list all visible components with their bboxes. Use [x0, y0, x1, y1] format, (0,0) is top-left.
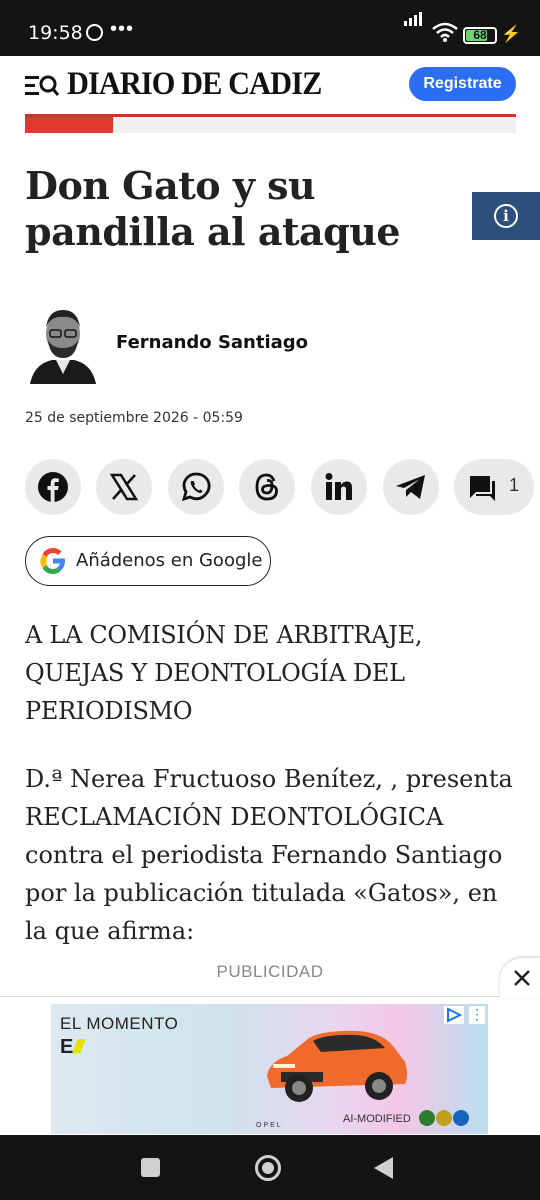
comment-icon — [470, 476, 495, 501]
article-title: Don Gato y su pandilla al ataque — [25, 163, 401, 254]
back-button[interactable] — [374, 1157, 393, 1179]
adchoices-icon[interactable] — [444, 1006, 464, 1024]
home-button[interactable] — [255, 1155, 281, 1181]
ad-label: PUBLICIDAD — [216, 962, 324, 981]
ad-ai-label: AI-MODIFIED — [343, 1113, 411, 1125]
ad-badges-icon — [419, 1110, 469, 1126]
share-telegram-button[interactable] — [383, 459, 439, 515]
site-header: DIARIO DE CADIZ Registrate — [0, 56, 540, 116]
share-facebook-button[interactable] — [25, 459, 81, 515]
whatsapp-icon — [181, 472, 211, 502]
more-notifications-icon: ••• — [110, 18, 135, 40]
telegram-icon — [396, 475, 425, 499]
ad-close-button[interactable] — [500, 958, 540, 998]
recents-button[interactable] — [141, 1158, 160, 1177]
comments-button[interactable]: 1 — [454, 459, 534, 515]
reading-progress-bar — [25, 117, 516, 133]
publish-date: 25 de septiembre 2026 - 05:59 — [25, 410, 243, 426]
site-logo[interactable]: DIARIO DE CADIZ — [67, 66, 322, 103]
menu-search-icon[interactable] — [25, 72, 59, 100]
info-button[interactable]: i — [472, 192, 540, 240]
article-paragraph: D.ª Nerea Fructuoso Benítez, , presenta … — [25, 765, 513, 945]
system-nav-bar — [0, 1135, 540, 1200]
car-image — [267, 1030, 407, 1102]
chat-notification-icon — [86, 24, 103, 41]
add-google-label: Añádenos en Google — [76, 550, 263, 571]
share-linkedin-button[interactable] — [311, 459, 367, 515]
ad-brand: OPEL — [256, 1122, 283, 1129]
charging-icon: ⚡ — [501, 26, 521, 43]
battery-icon: 68 — [463, 27, 497, 44]
article-paragraph: A LA COMISIÓN DE ARBITRAJE, QUEJAS Y DEO… — [25, 621, 423, 725]
info-icon: i — [494, 204, 518, 228]
wifi-icon — [432, 22, 458, 42]
ad-image[interactable]: EL MOMENTO E OPEL AI-MODIFIED ⋮ — [51, 1004, 488, 1134]
google-icon — [40, 548, 65, 574]
threads-icon — [255, 473, 278, 501]
ad-e-logo: E — [60, 1036, 86, 1059]
register-button[interactable]: Registrate — [409, 67, 516, 101]
x-icon — [110, 473, 138, 501]
share-whatsapp-button[interactable] — [168, 459, 224, 515]
status-bar: 19:58 ••• 68 ⚡ — [0, 0, 540, 56]
status-time: 19:58 — [28, 22, 83, 44]
comment-count: 1 — [509, 475, 520, 495]
author-avatar[interactable] — [28, 304, 98, 384]
author-name[interactable]: Fernando Santiago — [116, 332, 308, 353]
share-threads-button[interactable] — [239, 459, 295, 515]
add-google-button[interactable]: Añádenos en Google — [25, 536, 271, 586]
ad-headline: EL MOMENTO — [60, 1014, 179, 1033]
ad-more-icon[interactable]: ⋮ — [469, 1006, 485, 1024]
linkedin-icon — [325, 473, 352, 500]
facebook-icon — [38, 472, 68, 502]
close-icon — [514, 970, 530, 986]
share-x-button[interactable] — [96, 459, 152, 515]
reading-progress-fill — [25, 117, 114, 133]
battery-level: 68 — [473, 28, 487, 42]
